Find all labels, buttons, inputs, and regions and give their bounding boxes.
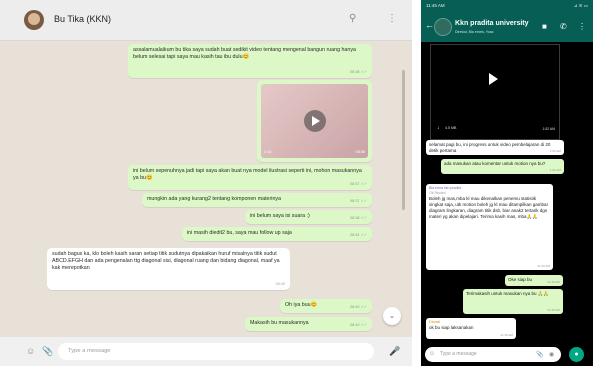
message-text: sudah bagus ka, klo boleh kasih saran se… <box>52 251 280 272</box>
emoji-icon[interactable]: ☺ <box>429 351 435 357</box>
message-time: 08:49 ✓✓ <box>350 322 367 327</box>
group-members: Diretod, Bia ernes, Yoac <box>455 30 494 34</box>
message-time: 1:52 AM <box>549 168 561 172</box>
composer-bar: ☺ 📎 Type a message 🎤 <box>0 337 412 366</box>
message-text: mungkin ada yang kurang2 tentang kompone… <box>147 196 281 202</box>
camera-icon[interactable]: ◉ <box>549 351 554 358</box>
status-bar: 11:45 AM ⊿ ≋ ▭ <box>421 0 593 12</box>
message-time: 1:52 AM <box>542 127 555 131</box>
message-time: 11:33 AM <box>537 264 550 268</box>
attach-icon[interactable]: 📎 <box>42 346 53 357</box>
message-text: Oh iya buu😊 <box>285 302 318 308</box>
message-time: 08:38 ✓✓ <box>350 69 367 74</box>
message-time: 08:37 ✓✓ <box>350 198 367 203</box>
message-text: Oke siap bu <box>508 277 533 282</box>
more-vert-icon[interactable]: ⋮ <box>578 22 586 31</box>
message-outgoing[interactable]: selamat pagi bu, ini progress untuk vide… <box>426 140 564 155</box>
video-message[interactable]: ↓ 4.5 MB 1:52 AM <box>430 44 560 140</box>
contact-avatar[interactable] <box>24 10 44 30</box>
mic-icon[interactable]: 🎤 <box>389 346 400 357</box>
message-time: 11:38 AM <box>547 308 560 312</box>
video-size: 4.5 MB <box>445 126 457 130</box>
video-duration: 1:14 <box>264 149 272 154</box>
mobile-chat-screen: 11:45 AM ⊿ ≋ ▭ ← Kkn pradita university … <box>421 0 593 366</box>
video-message[interactable]: 1:14 08:38 <box>257 80 372 162</box>
message-outgoing[interactable]: Makasih bu masukannya 08:49 ✓✓ <box>245 317 372 331</box>
status-icons: ⊿ ≋ ▭ <box>573 3 588 8</box>
message-time: 08:49 ✓✓ <box>350 304 367 309</box>
message-time: 08:37 ✓✓ <box>350 181 367 186</box>
message-outgoing[interactable]: mungkin ada yang kurang2 tentang kompone… <box>142 193 372 207</box>
status-time: 11:45 AM <box>426 3 445 8</box>
download-icon[interactable]: ↓ <box>437 125 440 131</box>
group-avatar[interactable] <box>434 18 452 36</box>
message-outgoing[interactable]: assalamualaikum bu tika saya sudah buat … <box>128 44 372 78</box>
play-icon[interactable] <box>303 110 326 132</box>
voice-call-icon[interactable]: ✆ <box>560 22 567 31</box>
message-time: 08:44 ✓✓ <box>350 232 367 237</box>
group-name[interactable]: Kkn pradita university <box>455 20 529 27</box>
app-bar: ← Kkn pradita university Diretod, Bia er… <box>421 12 593 42</box>
message-incoming[interactable]: Dinnal ok bu siap laksanakan 11:45 AM <box>426 318 516 339</box>
message-list: assalamualaikum bu tika saya sudah buat … <box>0 41 412 331</box>
message-text: ada masukan atau komentar untuk motion n… <box>444 161 546 166</box>
chat-header: Bu Tika (KKN) ⚲ ⋮ <box>0 0 412 41</box>
message-text: Makasih bu masukannya <box>250 320 309 326</box>
message-outgoing[interactable]: Oke siap bu 11:38 AM <box>505 275 563 286</box>
message-outgoing[interactable]: ada masukan atau komentar untuk motion n… <box>441 159 564 174</box>
message-outgoing[interactable]: Terimakasih untuk masukan nya bu 🙏🙏 11:3… <box>463 289 563 314</box>
message-incoming[interactable]: Bia erma kkn pradita Ok Reoled Boleh jg … <box>426 184 553 270</box>
message-time: 11:38 AM <box>547 280 560 284</box>
message-time: 08:38 ✓✓ <box>350 215 367 220</box>
message-text: ok bu siap laksanakan <box>429 325 474 330</box>
attach-icon[interactable]: 📎 <box>536 351 543 358</box>
play-icon[interactable] <box>489 73 498 85</box>
message-time: 1:52 AM <box>549 149 561 153</box>
desktop-chat-window: Bu Tika (KKN) ⚲ ⋮ assalamualaikum bu tik… <box>0 0 412 366</box>
mic-icon[interactable]: ● <box>569 347 584 362</box>
search-icon[interactable]: ⚲ <box>349 13 356 24</box>
message-outgoing[interactable]: ini masih diedit2 bu, saya mau follow up… <box>182 227 372 241</box>
message-time: 08:38 <box>355 149 365 154</box>
message-text: ini belum saya isi suara :) <box>250 213 310 219</box>
message-text: Boleh jg mas,mba kl mau dikenalkan penem… <box>429 196 549 219</box>
scrollbar[interactable] <box>402 70 405 210</box>
emoji-icon[interactable]: ☺ <box>26 346 35 356</box>
back-arrow-icon[interactable]: ← <box>425 20 434 30</box>
composer-bar: Type a message ☺ 📎 ◉ ● <box>421 344 593 366</box>
message-text: Terimakasih untuk masukan nya bu 🙏🙏 <box>466 291 549 296</box>
message-text: selamat pagi bu, ini progress untuk vide… <box>429 142 551 153</box>
message-input[interactable]: Type a message <box>58 343 374 360</box>
message-outgoing[interactable]: ini belum sepenuhnya jadi tapi saya akan… <box>128 165 372 190</box>
message-outgoing[interactable]: Oh iya buu😊 08:49 ✓✓ <box>280 299 372 313</box>
message-time: 11:45 AM <box>500 333 513 337</box>
video-call-icon[interactable]: ■ <box>542 22 547 31</box>
message-time: 08:49 <box>275 281 285 286</box>
message-text: ini masih diedit2 bu, saya mau follow up… <box>187 230 292 236</box>
video-thumbnail[interactable]: 1:14 08:38 <box>261 84 368 158</box>
scroll-down-icon[interactable]: ⌄ <box>383 307 401 325</box>
message-outgoing[interactable]: ini belum saya isi suara :) 08:38 ✓✓ <box>245 210 372 224</box>
contact-name[interactable]: Bu Tika (KKN) <box>54 14 111 24</box>
more-vert-icon[interactable]: ⋮ <box>387 13 397 24</box>
message-incoming[interactable]: sudah bagus ka, klo boleh kasih saran se… <box>47 248 290 290</box>
message-text: assalamualaikum bu tika saya sudah buat … <box>133 47 356 61</box>
message-text: ini belum sepenuhnya jadi tapi saya akan… <box>133 168 362 182</box>
